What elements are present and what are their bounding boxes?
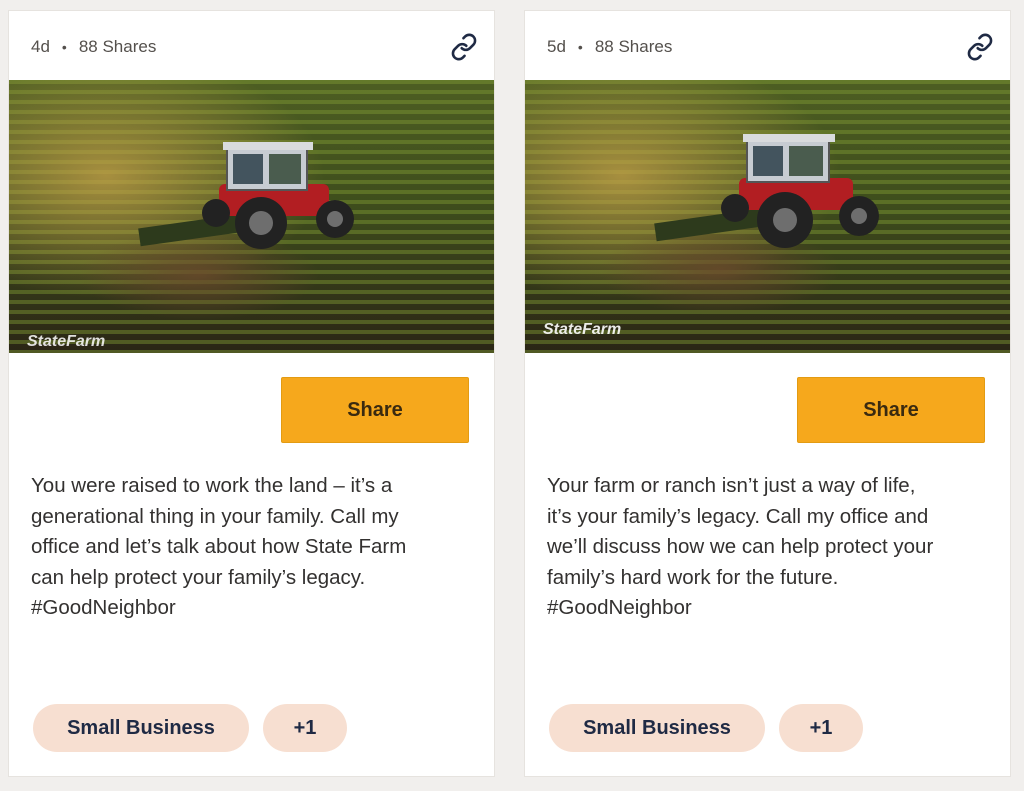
post-text-line: can help protect your family’s legacy. xyxy=(31,565,366,589)
post-card: 4d • 88 Shares StateFarm Share You were … xyxy=(9,11,494,776)
post-card: 5d • 88 Shares StateFarm Share Your farm… xyxy=(525,11,1010,776)
post-text-line: we’ll discuss how we can help protect yo… xyxy=(547,535,934,558)
post-image: StateFarm xyxy=(9,80,494,353)
post-text: Your farm or ranch isn’t just a way of l… xyxy=(547,471,987,624)
statefarm-logo: StateFarm xyxy=(543,321,622,338)
post-text-line: You were raised to work the land – it’s … xyxy=(31,474,393,497)
post-age: 4d xyxy=(31,37,50,56)
link-icon[interactable] xyxy=(966,33,994,61)
tag-more[interactable]: +1 xyxy=(779,704,863,752)
post-text-line: it’s your family’s legacy. Call my offic… xyxy=(547,504,929,528)
post-text-line: Your farm or ranch isn’t just a way of l… xyxy=(547,474,916,497)
link-icon[interactable] xyxy=(450,33,478,61)
statefarm-logo: StateFarm xyxy=(27,333,106,350)
tag-small-business[interactable]: Small Business xyxy=(549,704,765,752)
tag-small-business[interactable]: Small Business xyxy=(33,704,249,752)
tag-list: Small Business +1 xyxy=(33,704,347,752)
post-image: StateFarm xyxy=(525,80,1010,353)
post-hashtag: #GoodNeighbor xyxy=(547,596,692,619)
share-count: 88 Shares xyxy=(594,37,673,56)
post-meta: 5d • 88 Shares xyxy=(547,37,672,57)
post-text-line: office and let’s talk about how State Fa… xyxy=(31,535,407,558)
post-age: 5d xyxy=(547,37,566,56)
post-text-line: generational thing in your family. Call … xyxy=(31,504,399,528)
meta-separator: • xyxy=(61,39,67,55)
meta-separator: • xyxy=(577,39,583,55)
share-button[interactable]: Share xyxy=(797,377,985,443)
tag-more[interactable]: +1 xyxy=(263,704,347,752)
share-count: 88 Shares xyxy=(78,37,157,56)
share-button[interactable]: Share xyxy=(281,377,469,443)
post-text-line: family’s hard work for the future. xyxy=(547,565,839,589)
post-text: You were raised to work the land – it’s … xyxy=(31,471,471,624)
tag-list: Small Business +1 xyxy=(549,704,863,752)
post-meta: 4d • 88 Shares xyxy=(31,37,156,57)
post-hashtag: #GoodNeighbor xyxy=(31,596,176,619)
